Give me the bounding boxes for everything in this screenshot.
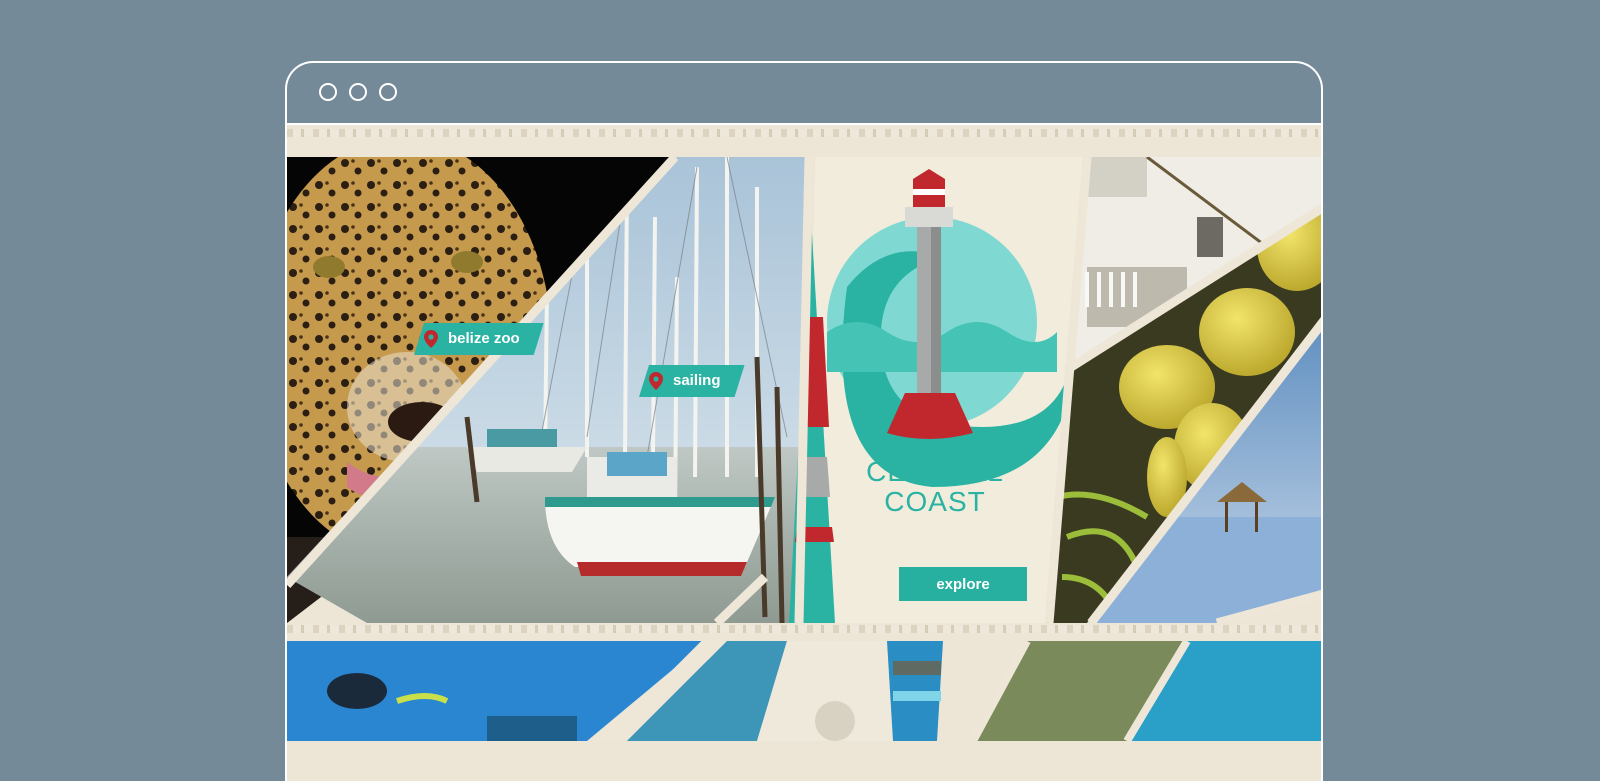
belize-zoo-tag[interactable]: belize zoo bbox=[414, 323, 544, 355]
sailing-label: sailing bbox=[673, 372, 721, 389]
map-pin-icon bbox=[649, 372, 663, 390]
brand-line-1: CENTRAL bbox=[866, 456, 1004, 487]
page-viewport: belize zoo sailing CENTRAL COAST explore bbox=[287, 125, 1321, 781]
window-minimize-dot[interactable] bbox=[349, 83, 367, 101]
paper-edge-mid bbox=[287, 625, 1321, 633]
paper-edge-top bbox=[287, 129, 1321, 137]
central-coast-title: CENTRAL COAST bbox=[825, 457, 1045, 517]
sailing-tag[interactable]: sailing bbox=[639, 365, 745, 397]
hero-collage: belize zoo sailing CENTRAL COAST explore bbox=[287, 157, 1321, 623]
lower-collage bbox=[287, 641, 1321, 741]
hero-collage-art bbox=[287, 157, 1321, 623]
window-maximize-dot[interactable] bbox=[379, 83, 397, 101]
explore-button[interactable]: explore bbox=[899, 567, 1027, 601]
lower-collage-art bbox=[287, 641, 1321, 741]
belize-zoo-label: belize zoo bbox=[448, 330, 520, 347]
window-close-dot[interactable] bbox=[319, 83, 337, 101]
browser-titlebar bbox=[287, 63, 1321, 125]
map-pin-icon bbox=[424, 330, 438, 348]
brand-line-2: COAST bbox=[884, 486, 986, 517]
browser-window: belize zoo sailing CENTRAL COAST explore bbox=[285, 61, 1323, 781]
